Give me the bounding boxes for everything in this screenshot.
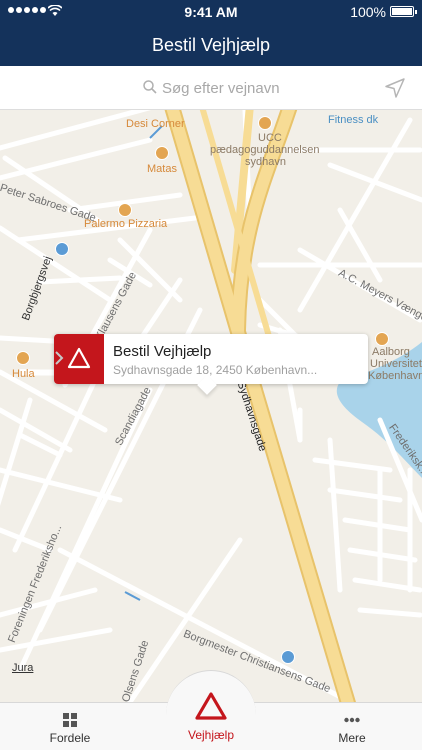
more-dots-icon	[344, 717, 360, 723]
chevron-right-icon	[55, 351, 64, 365]
search-icon	[143, 80, 157, 94]
tab-mere[interactable]: Mere	[292, 703, 412, 750]
poi-palermo-icon[interactable]	[118, 203, 132, 217]
page-title: Bestil Vejhjælp	[151, 35, 271, 55]
tab-label: Mere	[338, 731, 366, 745]
search-bar	[0, 66, 422, 110]
callout-address: Sydhavnsgade 18, 2450 København...	[113, 363, 318, 377]
map-label: Palermo Pizzaria	[84, 218, 168, 230]
poi-bus-icon[interactable]	[281, 650, 295, 664]
search-input[interactable]	[162, 76, 342, 100]
status-bar: 9:41 AM 100%	[0, 0, 422, 24]
grid-icon	[63, 713, 77, 727]
map-label: pædagoguddannelsen	[210, 144, 320, 156]
map-label: Fitness dk	[328, 114, 379, 126]
map-canvas	[0, 110, 422, 702]
poi-ucc-icon[interactable]	[258, 116, 272, 130]
battery-icon	[390, 6, 417, 17]
poi-post-icon[interactable]	[55, 242, 69, 256]
warning-triangle-icon	[195, 692, 227, 720]
callout-title: Bestil Vejhjælp	[113, 343, 212, 360]
navigation-bar: Bestil Vejhjælp	[0, 24, 422, 66]
map-label: UCC	[258, 132, 282, 144]
poi-aalborg-icon[interactable]	[375, 332, 389, 346]
map-label: Aalborg	[372, 346, 410, 358]
map-label: København	[368, 370, 422, 382]
poi-hula-icon[interactable]	[16, 351, 30, 365]
tab-label: Fordele	[49, 731, 91, 745]
map-label: Jura	[12, 662, 34, 674]
map-label: sydhavn	[245, 156, 286, 168]
map-label: Hula	[12, 368, 35, 380]
roadside-assistance-callout[interactable]: Bestil Vejhjælp Sydhavnsgade 18, 2450 Kø…	[54, 334, 368, 395]
tab-fordele[interactable]: Fordele	[10, 703, 130, 750]
map-view[interactable]: Desi Corner UCC pædagoguddannelsen sydha…	[0, 110, 422, 702]
poi-desi-corner-icon[interactable]	[155, 146, 169, 160]
tab-label: Vejhjælp	[187, 728, 235, 742]
map-label: Desi Corner	[126, 118, 185, 130]
tab-vejhjaelp[interactable]: Vejhjælp	[166, 670, 256, 750]
current-location-icon[interactable]	[384, 77, 406, 99]
map-label: Universitet	[370, 358, 422, 370]
battery-percent: 100%	[350, 4, 386, 20]
map-label: Matas	[147, 163, 177, 175]
